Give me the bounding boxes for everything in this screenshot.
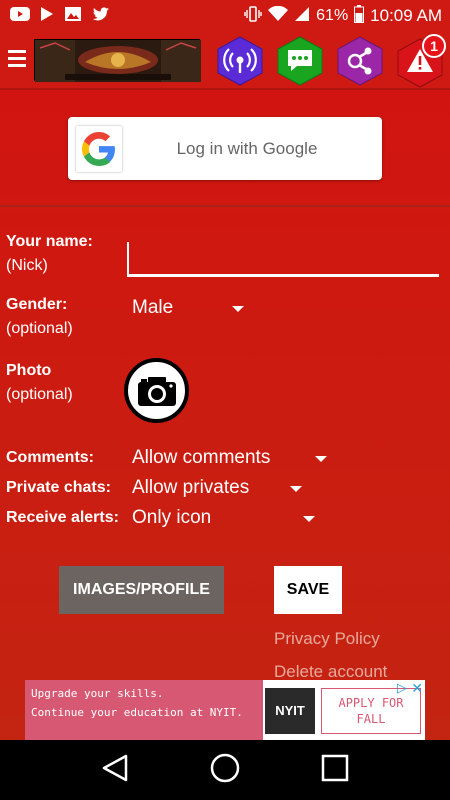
receive-alerts-select[interactable]: Only icon — [132, 505, 322, 531]
chevron-down-icon — [232, 306, 244, 312]
recents-icon[interactable] — [320, 753, 350, 788]
photo-hint: (optional) — [6, 386, 73, 403]
receive-alerts-label: Receive alerts: — [6, 509, 119, 526]
comments-select[interactable]: Allow comments — [132, 445, 332, 471]
menu-icon[interactable] — [8, 48, 26, 70]
ad-banner[interactable]: Upgrade your skills. Continue your educa… — [25, 680, 425, 741]
alert-badge: 1 — [422, 34, 446, 58]
play-store-icon — [40, 6, 54, 27]
camera-icon — [137, 376, 176, 406]
battery-icon — [354, 4, 365, 28]
divider — [0, 205, 450, 207]
chevron-down-icon — [315, 456, 327, 462]
vibrate-icon — [244, 5, 262, 27]
wifi-icon — [268, 5, 289, 27]
name-label: Your name: — [6, 233, 93, 250]
close-icon[interactable]: ✕ — [411, 680, 423, 697]
clock: 10:09 AM — [370, 6, 442, 25]
comments-value: Allow comments — [132, 447, 271, 468]
youtube-icon — [10, 6, 30, 27]
broadcast-icon[interactable] — [217, 36, 263, 86]
google-logo-icon — [76, 125, 122, 172]
name-hint: (Nick) — [6, 257, 48, 274]
back-icon[interactable] — [100, 753, 130, 788]
private-chats-value: Allow privates — [132, 477, 250, 498]
network-icon[interactable] — [337, 36, 383, 86]
text-cursor — [127, 242, 129, 274]
private-chats-label: Private chats: — [6, 479, 111, 496]
chevron-down-icon — [290, 486, 302, 492]
name-input[interactable] — [127, 240, 439, 277]
google-login-button[interactable]: Log in with Google — [68, 117, 382, 180]
ad-line-2: Continue your education at NYIT. — [31, 706, 243, 719]
private-chats-select[interactable]: Allow privates — [132, 475, 312, 501]
app-logo[interactable] — [34, 39, 201, 82]
toolbar: 1 — [0, 32, 450, 90]
screen: 61% 10:09 AM 1 Log in with Google Your n… — [0, 0, 450, 800]
signal-icon — [294, 6, 310, 27]
google-login-label: Log in with Google — [176, 138, 318, 158]
gender-label: Gender: — [6, 296, 68, 313]
gender-value: Male — [132, 297, 174, 318]
save-button[interactable]: SAVE — [274, 566, 342, 614]
camera-button[interactable] — [124, 358, 189, 423]
ad-logo: NYIT — [265, 687, 315, 734]
privacy-policy-link[interactable]: Privacy Policy — [274, 629, 380, 649]
photo-label: Photo — [6, 362, 52, 379]
battery-percent: 61% — [316, 7, 349, 24]
receive-alerts-value: Only icon — [132, 507, 212, 528]
chevron-down-icon — [303, 516, 315, 522]
photo-label-group: Photo (optional) — [6, 359, 73, 407]
gender-label-group: Gender: (optional) — [6, 293, 73, 341]
delete-account-link[interactable]: Delete account — [274, 662, 387, 682]
comments-label: Comments: — [6, 449, 95, 466]
ad-line-1: Upgrade your skills. — [31, 687, 164, 700]
status-bar: 61% 10:09 AM — [0, 0, 450, 32]
image-icon — [64, 6, 82, 27]
ad-choices-icon[interactable]: ▷ — [397, 680, 407, 696]
chat-icon[interactable] — [277, 36, 323, 86]
navigation-bar — [0, 740, 450, 800]
images-profile-button[interactable]: IMAGES/PROFILE — [59, 566, 224, 614]
app-content: Log in with Google Your name: (Nick) Gen… — [0, 90, 450, 740]
twitter-icon — [92, 6, 110, 27]
ad-text: Upgrade your skills. Continue your educa… — [25, 680, 263, 741]
gender-hint: (optional) — [6, 320, 73, 337]
home-icon[interactable] — [209, 752, 241, 789]
name-label-group: Your name: (Nick) — [6, 230, 93, 278]
gender-select[interactable]: Male — [132, 295, 252, 323]
